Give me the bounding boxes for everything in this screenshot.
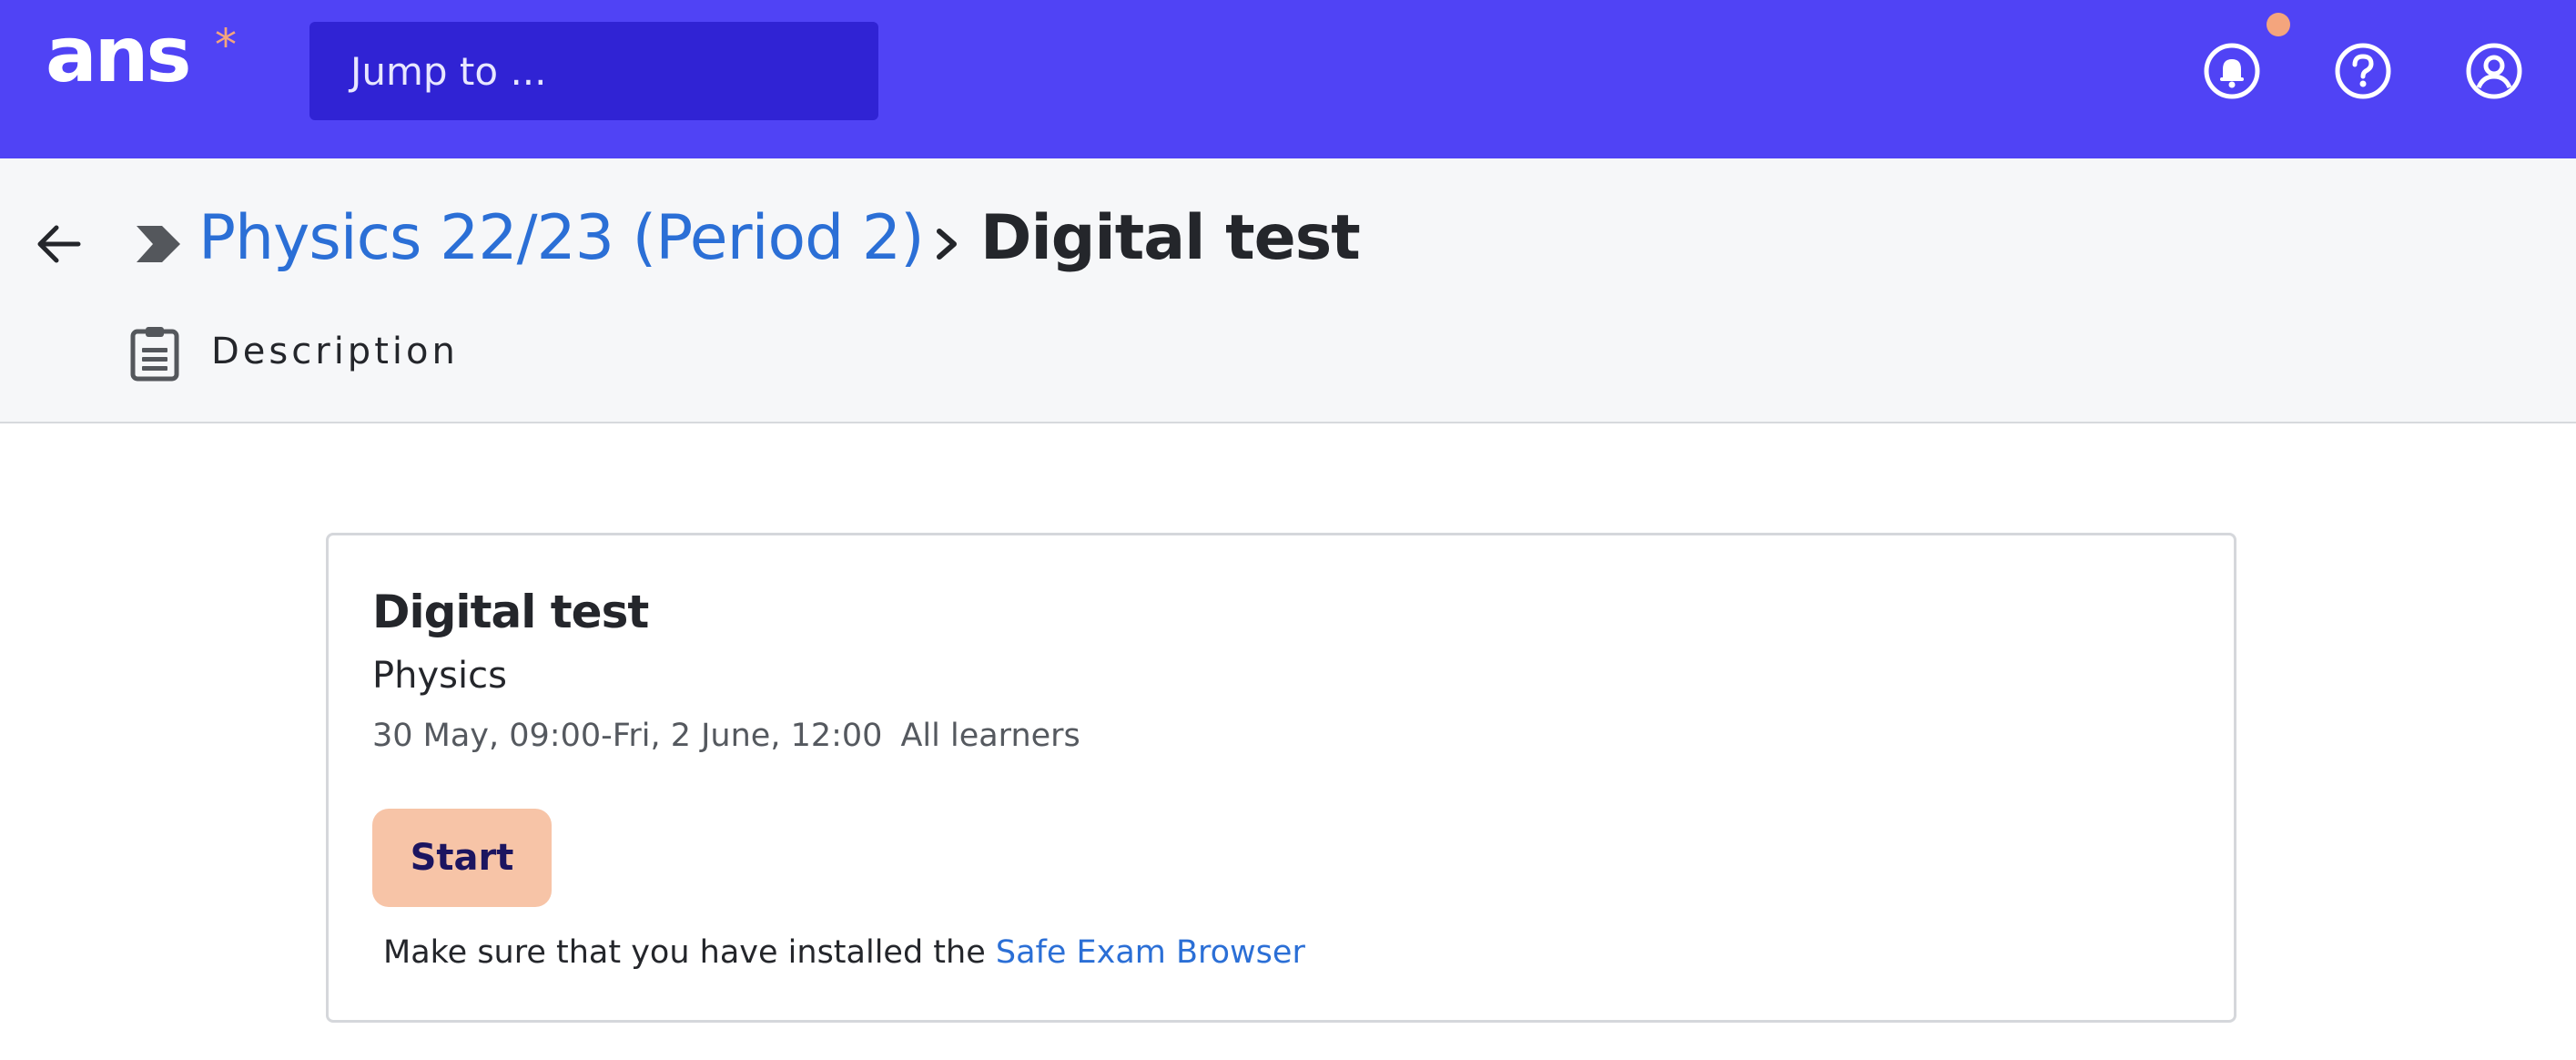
jump-to-search[interactable]: Jump to ...	[309, 22, 878, 120]
back-arrow-icon[interactable]	[33, 219, 84, 270]
page-header: Physics 22/23 (Period 2) Digital test De…	[0, 158, 2576, 423]
clipboard-icon[interactable]	[127, 324, 182, 382]
page-title: Digital test	[980, 202, 1361, 274]
help-icon[interactable]	[2334, 42, 2392, 100]
start-button[interactable]: Start	[372, 809, 552, 907]
test-title: Digital test	[372, 586, 649, 638]
test-audience: All learners	[900, 718, 1080, 754]
top-bar: ans * Jump to ...	[0, 0, 2576, 158]
logo-star: *	[215, 20, 237, 71]
safe-exam-browser-note: Make sure that you have installed the Sa…	[383, 933, 1305, 974]
test-card: Digital test Physics 30 May, 09:00-Fri, …	[326, 533, 2236, 1023]
test-schedule-row: 30 May, 09:00-Fri, 2 June, 12:00 All lear…	[372, 716, 1080, 758]
ans-logo[interactable]: ans	[46, 16, 191, 93]
safe-exam-browser-link[interactable]: Safe Exam Browser	[996, 934, 1305, 971]
bell-icon[interactable]	[2203, 42, 2261, 100]
test-subject: Physics	[372, 655, 507, 697]
test-schedule: 30 May, 09:00-Fri, 2 June, 12:00	[372, 718, 883, 754]
account-icon[interactable]	[2465, 42, 2523, 100]
notification-dot	[2267, 13, 2290, 36]
jump-to-placeholder: Jump to ...	[350, 48, 547, 94]
chevron-right-icon	[937, 229, 957, 260]
breadcrumb-course-link[interactable]: Physics 22/23 (Period 2)	[198, 199, 925, 279]
course-icon	[137, 226, 180, 262]
note-text: Make sure that you have installed the	[383, 934, 996, 971]
tab-description[interactable]: Description	[211, 328, 459, 375]
